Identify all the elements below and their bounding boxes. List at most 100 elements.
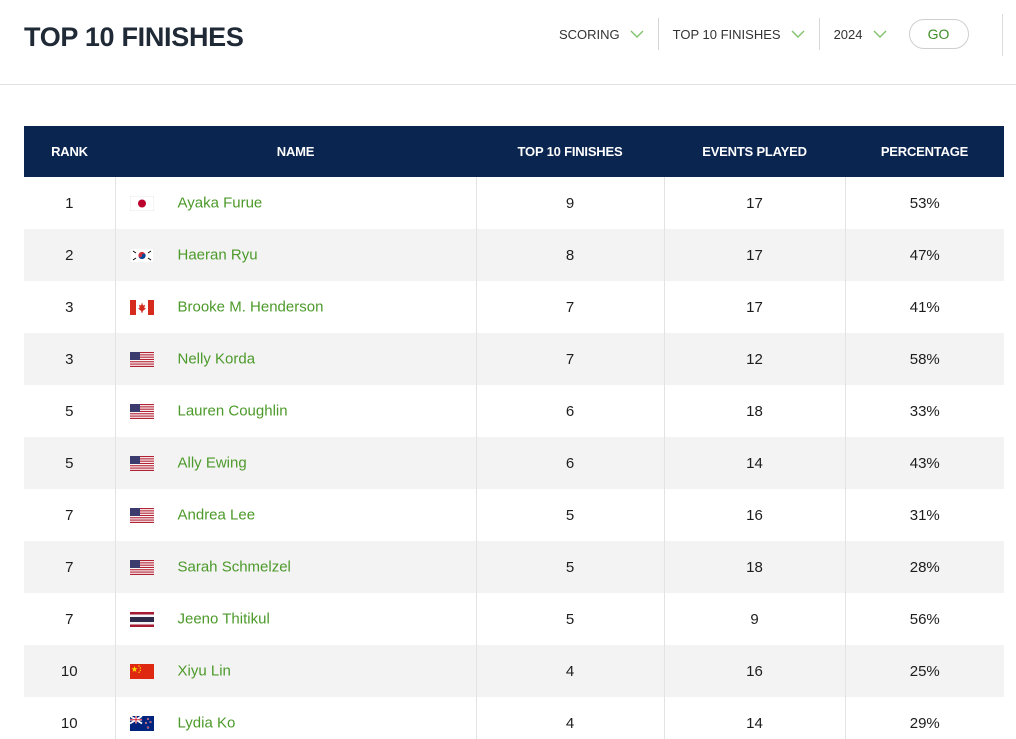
table-row: 10 Xiyu Lin 4 16 25%	[24, 645, 1004, 697]
top10-value: 5	[565, 610, 575, 628]
events-value: 17	[746, 194, 763, 212]
top10-cell: 6	[476, 437, 665, 489]
events-cell: 18	[664, 541, 846, 593]
events-value: 16	[746, 662, 763, 680]
table-row: 7 Andrea Lee 5 16 31%	[24, 489, 1004, 541]
top10-cell: 6	[476, 385, 665, 437]
player-name-link[interactable]: Ayaka Furue	[178, 195, 263, 212]
percentage-value: 29%	[909, 714, 940, 732]
events-value: 16	[746, 506, 763, 524]
events-value: 17	[746, 298, 763, 316]
stat-type-dropdown[interactable]: TOP 10 FINISHES	[657, 18, 819, 50]
rank-cell: 7	[24, 593, 116, 645]
canada-flag-icon	[129, 299, 154, 315]
name-cell: Jeeno Thitikul	[115, 593, 477, 645]
china-flag-icon	[129, 663, 154, 679]
events-cell: 17	[664, 281, 846, 333]
chevron-down-icon	[630, 30, 644, 38]
events-value: 12	[746, 350, 763, 368]
stats-table-container: RANK NAME TOP 10 FINISHES EVENTS PLAYED …	[24, 126, 1004, 739]
column-header-events: EVENTS PLAYED	[702, 144, 807, 159]
rank-value: 5	[65, 454, 74, 472]
events-cell: 17	[664, 177, 846, 229]
rank-cell: 10	[24, 697, 116, 739]
events-value: 17	[746, 246, 763, 264]
filter-bar: SCORING TOP 10 FINISHES 2024 GO	[545, 18, 969, 50]
top10-cell: 4	[476, 697, 665, 739]
rank-cell: 5	[24, 437, 116, 489]
rank-value: 7	[65, 506, 74, 524]
percentage-value: 31%	[909, 506, 940, 524]
top10-cell: 7	[476, 333, 665, 385]
usa-flag-icon	[129, 559, 154, 575]
player-name-link[interactable]: Andrea Lee	[178, 507, 256, 524]
rank-cell: 7	[24, 541, 116, 593]
percentage-value: 41%	[909, 298, 940, 316]
percentage-cell: 56%	[845, 593, 1004, 645]
top10-cell: 9	[476, 177, 665, 229]
percentage-cell: 33%	[845, 385, 1004, 437]
player-name-link[interactable]: Xiyu Lin	[178, 663, 231, 680]
events-value: 18	[746, 402, 763, 420]
usa-flag-icon	[129, 351, 154, 367]
events-cell: 9	[664, 593, 846, 645]
events-value: 14	[746, 714, 763, 732]
top10-value: 8	[565, 246, 575, 264]
percentage-cell: 53%	[845, 177, 1004, 229]
events-value: 14	[746, 454, 763, 472]
season-dropdown[interactable]: 2024	[818, 18, 901, 50]
rank-value: 5	[65, 402, 74, 420]
events-cell: 17	[664, 229, 846, 281]
name-cell: Lauren Coughlin	[115, 385, 477, 437]
table-row: 5 Ally Ewing 6 14 43%	[24, 437, 1004, 489]
events-cell: 16	[664, 489, 846, 541]
player-name-link[interactable]: Jeeno Thitikul	[178, 611, 270, 628]
rank-cell: 3	[24, 281, 116, 333]
stat-type-label: TOP 10 FINISHES	[672, 26, 781, 42]
percentage-value: 56%	[909, 610, 940, 628]
name-cell: Brooke M. Henderson	[115, 281, 477, 333]
percentage-cell: 25%	[845, 645, 1004, 697]
name-cell: Ally Ewing	[115, 437, 477, 489]
rank-cell: 2	[24, 229, 116, 281]
header-divider	[1002, 14, 1003, 56]
name-cell: Ayaka Furue	[115, 177, 477, 229]
page-header: TOP 10 FINISHES SCORING TOP 10 FINISHES …	[0, 0, 1016, 85]
top10-cell: 5	[476, 489, 665, 541]
table-row: 7 Jeeno Thitikul 5 9 56%	[24, 593, 1004, 645]
usa-flag-icon	[129, 403, 154, 419]
top10-cell: 5	[476, 593, 665, 645]
table-row: 3 Nelly Korda 7 12 58%	[24, 333, 1004, 385]
events-cell: 12	[664, 333, 846, 385]
percentage-value: 53%	[909, 194, 940, 212]
percentage-value: 58%	[909, 350, 940, 368]
top10-cell: 7	[476, 281, 665, 333]
column-header-percentage: PERCENTAGE	[880, 144, 969, 159]
player-name-link[interactable]: Lydia Ko	[178, 715, 236, 732]
player-name-link[interactable]: Brooke M. Henderson	[178, 299, 324, 316]
player-name-link[interactable]: Lauren Coughlin	[178, 403, 288, 420]
player-name-link[interactable]: Sarah Schmelzel	[178, 559, 291, 576]
rank-value: 2	[65, 246, 74, 264]
top10-value: 9	[565, 194, 575, 212]
top10-value: 5	[565, 558, 575, 576]
percentage-value: 33%	[909, 402, 940, 420]
column-header-top10: TOP 10 FINISHES	[517, 144, 623, 159]
page-title: TOP 10 FINISHES	[24, 22, 244, 52]
table-row: 3 Brooke M. Henderson 7 17 41%	[24, 281, 1004, 333]
player-name-link[interactable]: Nelly Korda	[178, 351, 256, 368]
events-cell: 16	[664, 645, 846, 697]
rank-value: 1	[65, 194, 74, 212]
go-button[interactable]: GO	[908, 19, 969, 49]
top10-value: 4	[565, 662, 575, 680]
stat-category-dropdown[interactable]: SCORING	[545, 18, 658, 50]
player-name-link[interactable]: Ally Ewing	[178, 455, 247, 472]
top10-value: 6	[565, 402, 575, 420]
player-name-link[interactable]: Haeran Ryu	[178, 247, 258, 264]
chevron-down-icon	[791, 30, 805, 38]
top10-cell: 5	[476, 541, 665, 593]
rank-value: 7	[65, 558, 74, 576]
percentage-value: 43%	[909, 454, 940, 472]
events-cell: 18	[664, 385, 846, 437]
percentage-cell: 31%	[845, 489, 1004, 541]
